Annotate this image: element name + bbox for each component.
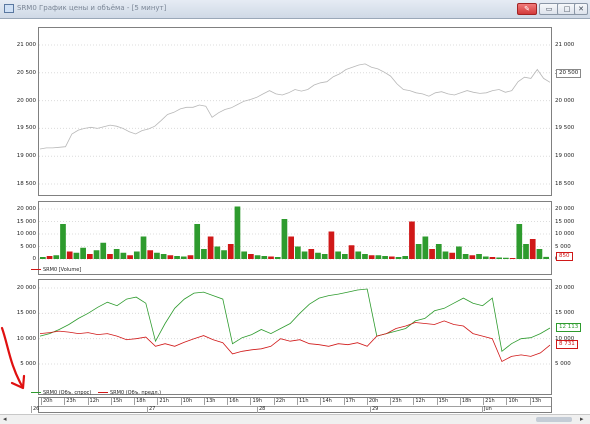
- scrollbar-thumb[interactable]: [536, 417, 572, 422]
- horizontal-scrollbar[interactable]: ◂ ▸: [0, 414, 590, 424]
- scroll-left-icon[interactable]: ◂: [3, 415, 7, 424]
- red-arrow-annotation: [0, 326, 26, 390]
- scroll-right-icon[interactable]: ▸: [580, 415, 584, 424]
